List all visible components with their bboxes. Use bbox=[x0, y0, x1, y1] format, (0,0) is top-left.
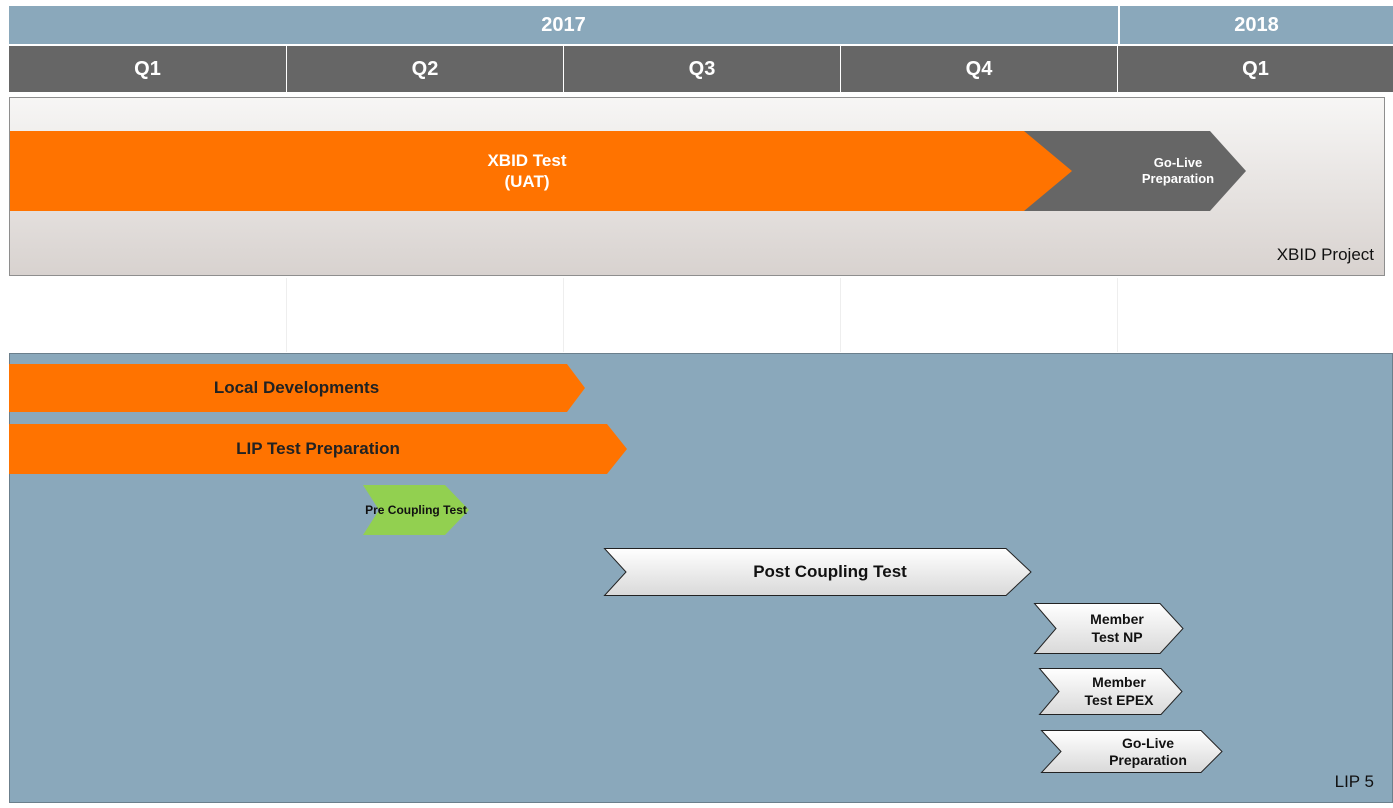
bar-label-line2: (UAT) bbox=[504, 172, 550, 191]
bar-label-line1: Go-Live bbox=[1153, 154, 1203, 170]
pre-coupling-test-bar: Pre Coupling Test bbox=[363, 485, 469, 535]
bar-label-line2: Preparation bbox=[1141, 171, 1215, 186]
quarter-label: Q3 bbox=[688, 57, 716, 80]
quarter-label: Q1 bbox=[1242, 57, 1269, 80]
panel-label: XBID Project bbox=[1276, 245, 1374, 264]
bar-label: Local Developments bbox=[213, 378, 380, 398]
quarter-label: Q2 bbox=[411, 57, 439, 80]
gridline bbox=[840, 278, 841, 352]
bar-label-line2: Test NP bbox=[1091, 628, 1143, 645]
bar-label-line1: Member bbox=[1090, 611, 1144, 627]
year-header-2018: 2018 bbox=[1120, 6, 1393, 44]
bar-label: Pre Coupling Test bbox=[365, 502, 467, 517]
quarter-header-q2-2017: Q2 bbox=[287, 46, 563, 92]
member-test-np-bar: Member Test NP bbox=[1033, 603, 1184, 654]
year-label: 2018 bbox=[1234, 13, 1279, 36]
year-label: 2017 bbox=[541, 13, 586, 36]
quarter-header-q1-2017: Q1 bbox=[9, 46, 286, 92]
quarter-header-q3-2017: Q3 bbox=[564, 46, 840, 92]
bar-label: Member Test NP bbox=[1034, 603, 1192, 654]
quarter-label: Q1 bbox=[134, 57, 161, 80]
bar-label-line1: Go-Live bbox=[1121, 735, 1175, 752]
gridline bbox=[563, 278, 564, 352]
quarter-header-q4-2017: Q4 bbox=[841, 46, 1117, 92]
gridline bbox=[1117, 278, 1118, 352]
bar-label: Post Coupling Test bbox=[753, 562, 907, 582]
local-developments-bar: Local Developments bbox=[9, 364, 585, 412]
bar-label-line1: XBID Test bbox=[487, 150, 567, 170]
member-test-epex-bar: Member Test EPEX bbox=[1038, 668, 1183, 715]
bar-label-line2: Preparation bbox=[1109, 751, 1187, 768]
bar-label: LIP Test Preparation bbox=[236, 439, 400, 459]
bar-label: Member Test EPEX bbox=[1039, 668, 1191, 715]
xbid-test-uat-bar: XBID Test (UAT) bbox=[10, 131, 1074, 211]
bar-label-line2: Test EPEX bbox=[1084, 691, 1154, 708]
post-coupling-test-bar: Post Coupling Test bbox=[603, 548, 1032, 596]
bar-label-line1: Member bbox=[1092, 674, 1146, 690]
bar-label: XBID Test (UAT) bbox=[10, 131, 1044, 211]
lip-test-preparation-bar: LIP Test Preparation bbox=[9, 424, 627, 474]
quarter-header-q1-2018: Q1 bbox=[1118, 46, 1393, 92]
gridline bbox=[286, 278, 287, 352]
lip-go-live-preparation-bar: Go-Live Preparation bbox=[1040, 730, 1223, 773]
bar-label: Go-Live Preparation bbox=[1041, 730, 1239, 773]
year-header-2017: 2017 bbox=[9, 6, 1118, 44]
panel-label: LIP 5 bbox=[1334, 772, 1374, 791]
quarter-label: Q4 bbox=[965, 57, 993, 80]
